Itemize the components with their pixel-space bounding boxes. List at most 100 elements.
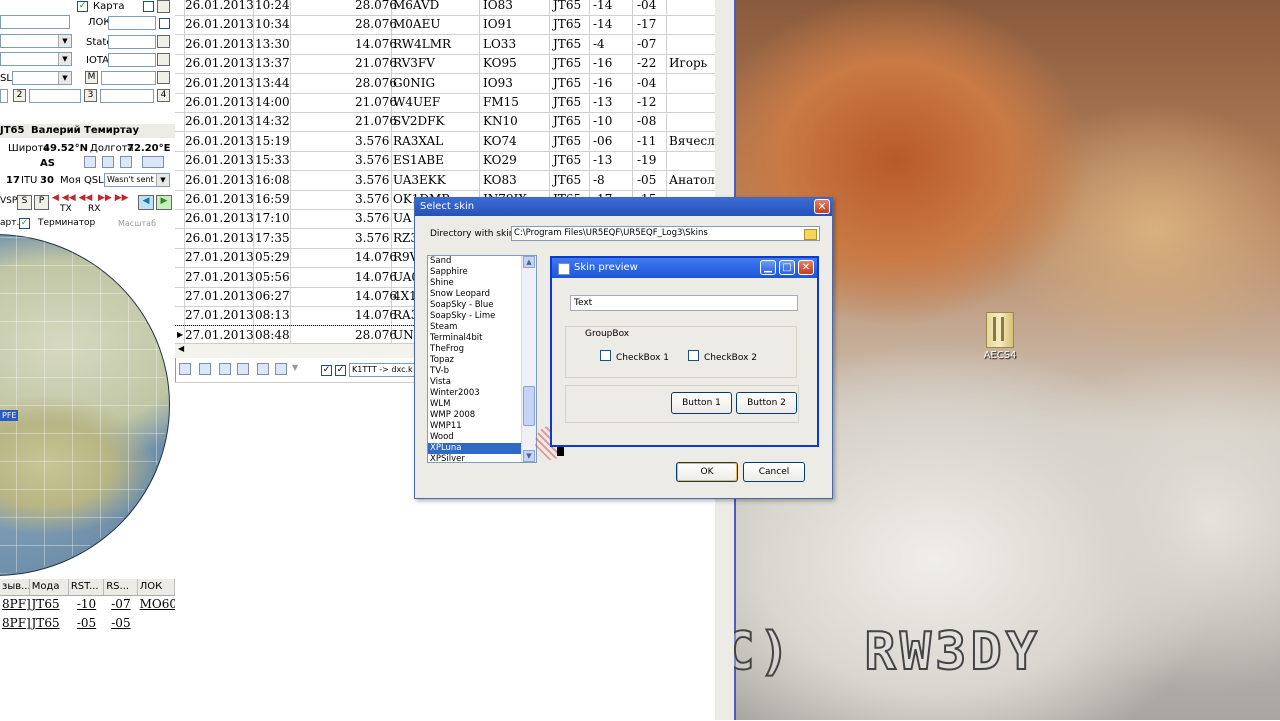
skin-list-item[interactable]: Topaz (428, 355, 536, 366)
loc-checkbox[interactable] (159, 18, 170, 29)
col-rst-rcvd[interactable]: RS... (104, 579, 138, 595)
preview-text-input[interactable]: Text (570, 295, 798, 311)
menu-icon[interactable] (142, 156, 164, 168)
map-extra-button[interactable] (157, 0, 170, 13)
skin-list-item[interactable]: XPSilver (428, 454, 536, 462)
cluster-spot-field[interactable]: K1TTT -> dxc.k (349, 363, 417, 377)
tx-arrows-icon[interactable]: ◀ ◀◀ ◀◀ (52, 193, 92, 203)
scroll-left-icon[interactable]: ◀ (178, 344, 184, 353)
map-art-checkbox[interactable]: ✓ (19, 218, 30, 229)
log-row[interactable]: 26.01.2013 14:00 21.076 W4UEF FM15 JT65 -13 -12 (175, 93, 715, 113)
s-button[interactable]: S (17, 195, 32, 210)
globe-map[interactable] (0, 234, 172, 576)
qso-history-row[interactable]: 8PF] JT65 -05 -05 (0, 615, 175, 633)
iota-field[interactable] (108, 53, 156, 67)
combo-1[interactable]: ▼ (0, 34, 72, 48)
new-icon[interactable] (199, 363, 211, 375)
skin-list-item[interactable]: TheFrog (428, 344, 536, 355)
field-1[interactable] (0, 15, 70, 29)
log-row[interactable]: 26.01.2013 16:08 3.576 UA3EKK KO83 JT65 -8 -05 А… (175, 171, 715, 191)
skin-list-item[interactable]: XPLuna (428, 443, 536, 454)
skin-list-item[interactable]: SoapSky - Lime (428, 311, 536, 322)
photo-icon[interactable] (102, 156, 114, 168)
scroll-up-icon[interactable]: ▲ (523, 256, 535, 268)
copy-icon[interactable] (257, 363, 269, 375)
skin-list-item[interactable]: WMP11 (428, 421, 536, 432)
qso-history-row[interactable]: 8PF] JT65 -10 -07 MO60 (0, 596, 175, 614)
skin-list-item[interactable]: Steam (428, 322, 536, 333)
preview-button-2[interactable]: Button 2 (736, 392, 797, 414)
skin-list-item[interactable]: Wood (428, 432, 536, 443)
skin-list-item[interactable]: Winter2003 (428, 388, 536, 399)
log-row[interactable]: 26.01.2013 15:19 3.576 RA3XAL KO74 JT65 -06 -11… (175, 132, 715, 152)
rx-arrows-icon[interactable]: ▶▶ ▶▶ (98, 193, 129, 203)
arrow-left-icon[interactable]: ◀ (138, 195, 154, 210)
preview-button-1[interactable]: Button 1 (671, 392, 732, 414)
minimize-icon[interactable]: ▁ (760, 260, 776, 275)
maximize-icon[interactable]: □ (779, 260, 795, 275)
grid-icon[interactable] (219, 363, 231, 375)
col-call[interactable]: зыв... (0, 579, 30, 595)
cluster-checkbox-2[interactable]: ✓ (335, 365, 346, 376)
cancel-button[interactable]: Cancel (743, 462, 805, 482)
small-field-2[interactable] (29, 89, 81, 103)
copy-icon[interactable] (84, 156, 96, 168)
qsl-button[interactable] (157, 71, 170, 84)
btn-3[interactable]: 3 (84, 89, 97, 102)
combo-2[interactable]: ▼ (0, 52, 72, 66)
skin-list-item[interactable]: SoapSky - Blue (428, 300, 536, 311)
log-row[interactable]: 26.01.2013 15:33 3.576 ES1ABE KO29 JT65 -13 -19 (175, 151, 715, 172)
skin-list-item[interactable]: Shine (428, 278, 536, 289)
p-button[interactable]: P (34, 195, 49, 210)
cluster-icon[interactable] (179, 363, 191, 375)
skin-list-item[interactable]: Terminal4bit (428, 333, 536, 344)
folder-icon[interactable] (804, 229, 817, 240)
skin-list-item[interactable]: Snow Leopard (428, 289, 536, 300)
skins-directory-input[interactable]: C:\Program Files\UR5EQF\UR5EQF_Log3\Skin… (511, 226, 820, 241)
skin-list-item[interactable]: WMP 2008 (428, 410, 536, 421)
btn-4[interactable]: 4 (157, 89, 170, 102)
arrow-right-icon[interactable]: ▶ (156, 195, 172, 210)
list-icon[interactable] (275, 363, 287, 375)
chevron-down-icon[interactable]: ▼ (292, 363, 298, 372)
scroll-down-icon[interactable]: ▼ (523, 450, 535, 462)
dialog-titlebar[interactable]: Select skin ✕ (415, 198, 832, 216)
small-field-1[interactable] (0, 89, 8, 103)
skin-list-item[interactable]: WLM (428, 399, 536, 410)
state-field[interactable] (108, 35, 156, 49)
log-row[interactable]: 26.01.2013 13:37 21.076 RV3FV KO95 JT65 -16 -22… (175, 54, 715, 75)
cluster-checkbox-1[interactable]: ✓ (321, 365, 332, 376)
log-row[interactable]: 26.01.2013 10:24 28.076 M6AVD IO83 JT65 -14 -04 (175, 0, 715, 16)
btn-2[interactable]: 2 (13, 89, 26, 102)
col-mode[interactable]: Мода (30, 579, 69, 595)
state-button[interactable] (157, 35, 170, 48)
web-icon[interactable] (120, 156, 132, 168)
log-row[interactable]: 26.01.2013 14:32 21.076 SV2DFK KN10 JT65 -10 -0… (175, 112, 715, 133)
skin-list[interactable]: Sand Sapphire Shine Snow Leopard SoapSky - B… (427, 255, 537, 463)
close-icon[interactable]: ✕ (798, 260, 814, 275)
skin-list-item[interactable]: TV-b (428, 366, 536, 377)
map-extra-checkbox[interactable] (143, 1, 154, 12)
iota-button[interactable] (157, 53, 170, 66)
filter-icon[interactable] (237, 363, 249, 375)
col-rst-sent[interactable]: RST... (69, 579, 105, 595)
log-row[interactable]: 26.01.2013 13:44 28.076 G0NIG IO93 JT65 -16 -04 (175, 74, 715, 94)
loc-field[interactable] (108, 16, 156, 30)
col-loc[interactable]: ЛОК (138, 579, 175, 595)
preview-titlebar[interactable]: Skin preview ▁ □ ✕ (552, 258, 817, 278)
skin-list-scrollbar[interactable]: ▲ ▼ (521, 256, 536, 462)
log-row[interactable]: 26.01.2013 10:34 28.076 M0AEU IO91 JT65 -14 -17 (175, 15, 715, 36)
desktop-folder-icon[interactable]: AECS4 (978, 312, 1022, 361)
log-row[interactable]: 26.01.2013 13:30 14.076 RW4LMR LO33 JT65 -4 -07 (175, 35, 715, 55)
my-qsl-combo[interactable]: Wasn't sent ▼ (104, 173, 170, 187)
map-checkbox[interactable]: ✓ (77, 1, 88, 12)
preview-checkbox-2[interactable]: CheckBox 2 (688, 350, 757, 363)
small-field-3[interactable] (100, 89, 154, 103)
qsl-field[interactable] (101, 71, 156, 85)
scroll-thumb[interactable] (523, 386, 535, 426)
skin-list-item[interactable]: Sand (428, 256, 536, 267)
skin-list-item[interactable]: Vista (428, 377, 536, 388)
close-icon[interactable]: ✕ (814, 199, 830, 214)
qsl-m-button[interactable]: M (85, 71, 98, 84)
preview-checkbox-1[interactable]: CheckBox 1 (600, 350, 669, 363)
